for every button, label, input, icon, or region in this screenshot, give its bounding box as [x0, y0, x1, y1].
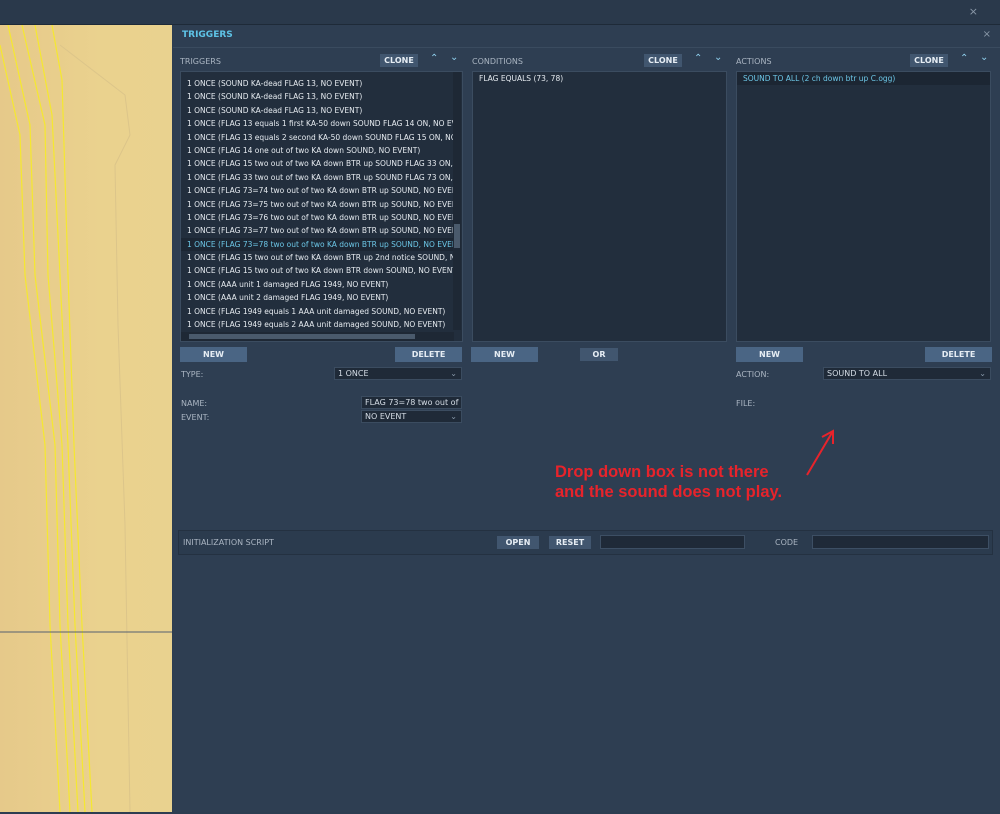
annotation-line-2: and the sound does not play.: [555, 483, 783, 501]
triggers-move-up-icon[interactable]: ⌃: [430, 53, 438, 64]
hscroll-thumb[interactable]: [189, 334, 415, 339]
type-value: 1 ONCE: [338, 369, 369, 378]
action-value: SOUND TO ALL: [827, 369, 888, 378]
actions-new-button[interactable]: NEW: [736, 347, 803, 362]
map-view[interactable]: [0, 24, 172, 813]
trigger-list-item[interactable]: 1 ONCE (FLAG 1949 equals 2 AAA unit dama…: [181, 318, 454, 331]
actions-move-down-icon[interactable]: ⌄: [980, 52, 988, 63]
event-value: NO EVENT: [365, 412, 407, 421]
trigger-list-item[interactable]: 1 ONCE (SOUND KA-dead FLAG 13, NO EVENT): [181, 104, 454, 117]
code-input[interactable]: [812, 535, 989, 549]
name-label: NAME:: [181, 399, 208, 408]
chevron-down-icon: ⌄: [450, 369, 457, 378]
conditions-move-down-icon[interactable]: ⌄: [714, 52, 722, 63]
trigger-list-item[interactable]: 1 ONCE (SOUND KA-dead FLAG 13, NO EVENT): [181, 77, 454, 90]
actions-move-up-icon[interactable]: ⌃: [960, 53, 968, 64]
trigger-list-item[interactable]: 1 ONCE (FLAG 1949 equals 1 AAA unit dama…: [181, 305, 454, 318]
open-button[interactable]: OPEN: [497, 536, 539, 549]
list-item[interactable]: SOUND TO ALL (2 ch down btr up C.ogg): [737, 72, 990, 86]
action-select[interactable]: SOUND TO ALL ⌄: [823, 367, 991, 380]
trigger-list-item[interactable]: 1 ONCE (FLAG 14 one out of two KA down S…: [181, 144, 454, 157]
annotation-text: Drop down box is not there and the sound…: [555, 462, 782, 502]
trigger-list-item[interactable]: 1 ONCE (FLAG 73=74 two out of two KA dow…: [181, 184, 454, 197]
name-input[interactable]: FLAG 73=78 two out of two KA down BTR up…: [361, 396, 462, 409]
init-script-input[interactable]: [600, 535, 745, 549]
trigger-list-item[interactable]: 1 ONCE (FLAG 33 two out of two KA down B…: [181, 171, 454, 184]
triggers-move-down-icon[interactable]: ⌄: [450, 52, 458, 63]
trigger-list-item[interactable]: 1 ONCE (FLAG 13 equals 2 second KA-50 do…: [181, 131, 454, 144]
trigger-list-item[interactable]: 1 ONCE (FLAG 73=78 two out of two KA dow…: [181, 237, 454, 252]
trigger-list-item[interactable]: 1 ONCE (FLAG 15 two out of two KA down B…: [181, 251, 454, 264]
actions-label: ACTIONS: [736, 57, 772, 66]
action-label: ACTION:: [736, 370, 770, 379]
conditions-new-button[interactable]: NEW: [471, 347, 538, 362]
init-script-label: INITIALIZATION SCRIPT: [183, 538, 274, 547]
conditions-list[interactable]: FLAG EQUALS (73, 78): [472, 71, 727, 342]
trigger-list-item[interactable]: 1 ONCE (AAA unit 1 damaged FLAG 1949, NO…: [181, 278, 454, 291]
vscroll-thumb[interactable]: [454, 224, 460, 248]
triggers-vscrollbar[interactable]: [453, 72, 461, 330]
panel-close-icon[interactable]: ×: [983, 29, 991, 40]
file-label: FILE:: [736, 399, 756, 408]
trigger-list-item[interactable]: 1 ONCE (FLAG 73=75 two out of two KA dow…: [181, 198, 454, 211]
trigger-list-item[interactable]: 1 ONCE (AAA unit 2 damaged FLAG 1949, NO…: [181, 291, 454, 304]
triggers-clone-button[interactable]: CLONE: [380, 54, 418, 67]
type-select[interactable]: 1 ONCE ⌄: [334, 367, 462, 380]
window-close-icon[interactable]: ×: [969, 5, 978, 18]
conditions-clone-button[interactable]: CLONE: [644, 54, 682, 67]
trigger-list-item[interactable]: 1 ONCE (FLAG 13 equals 1 first KA-50 dow…: [181, 117, 454, 130]
actions-delete-button[interactable]: DELETE: [925, 347, 992, 362]
trigger-list-item[interactable]: 1 ONCE (FLAG 73=77 two out of two KA dow…: [181, 224, 454, 237]
divider: [173, 47, 1000, 48]
annotation-arrow-icon: [806, 429, 834, 476]
triggers-hscrollbar[interactable]: [181, 332, 454, 341]
list-item[interactable]: FLAG EQUALS (73, 78): [473, 72, 726, 85]
actions-clone-button[interactable]: CLONE: [910, 54, 948, 67]
conditions-label: CONDITIONS: [472, 57, 523, 66]
chevron-down-icon: ⌄: [979, 369, 986, 378]
actions-list[interactable]: SOUND TO ALL (2 ch down btr up C.ogg): [736, 71, 991, 342]
trigger-list-item[interactable]: 1 ONCE (SOUND KA-dead FLAG 13, NO EVENT): [181, 90, 454, 103]
conditions-or-button[interactable]: OR: [580, 348, 618, 361]
code-label: CODE: [775, 538, 799, 547]
event-select[interactable]: NO EVENT ⌄: [361, 410, 462, 423]
event-label: EVENT:: [181, 413, 210, 422]
map-contours: [0, 24, 172, 813]
chevron-down-icon: ⌄: [450, 412, 457, 421]
annotation-line-1: Drop down box is not there: [555, 463, 769, 481]
triggers-list[interactable]: 1 ONCE (SOUND KA-dead FLAG 13, NO EVENT)…: [180, 71, 463, 342]
triggers-delete-button[interactable]: DELETE: [395, 347, 462, 362]
trigger-list-item[interactable]: 1 ONCE (FLAG 73=76 two out of two KA dow…: [181, 211, 454, 224]
panel-title: TRIGGERS: [182, 30, 233, 40]
trigger-list-item[interactable]: 1 ONCE (FLAG 15 two out of two KA down B…: [181, 157, 454, 170]
reset-button[interactable]: RESET: [549, 536, 591, 549]
trigger-list-item[interactable]: 1 ONCE (FLAG 15 two out of two KA down B…: [181, 264, 454, 277]
top-bar: ×: [0, 0, 1000, 25]
triggers-new-button[interactable]: NEW: [180, 347, 247, 362]
triggers-label: TRIGGERS: [180, 57, 221, 66]
conditions-move-up-icon[interactable]: ⌃: [694, 53, 702, 64]
type-label: TYPE:: [181, 370, 204, 379]
